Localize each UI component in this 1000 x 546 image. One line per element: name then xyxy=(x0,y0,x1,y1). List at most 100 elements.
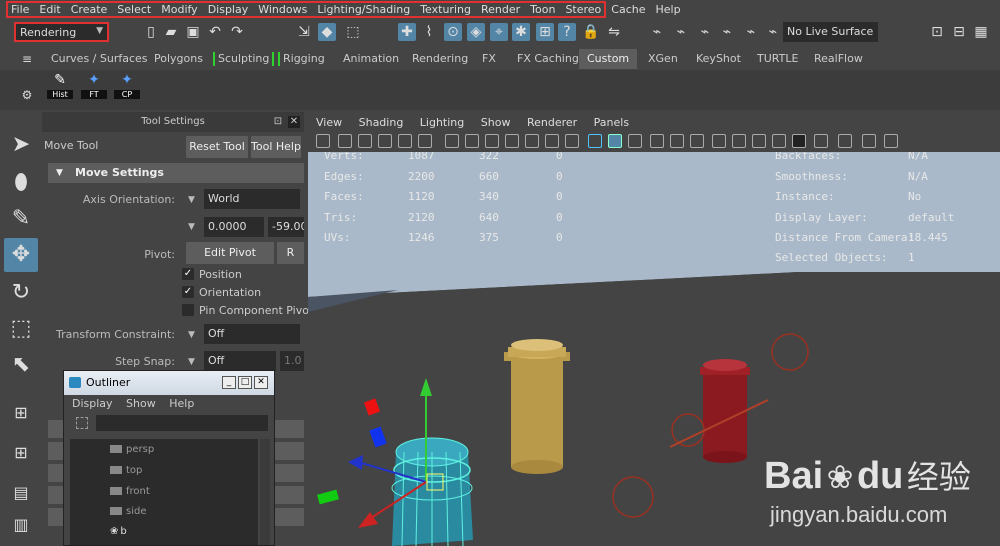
menu-windows[interactable]: Windows xyxy=(253,3,312,16)
menu-display[interactable]: Display xyxy=(203,3,254,16)
orientation-checkbox[interactable]: ✓ xyxy=(182,286,194,298)
layout-stack-icon[interactable]: ▥ xyxy=(4,508,38,542)
pin-pivot-checkbox[interactable] xyxy=(182,304,194,316)
xray-joints-icon[interactable] xyxy=(838,134,852,148)
menu-cache[interactable]: Cache xyxy=(606,3,650,16)
ipr-render-icon[interactable]: ▦ xyxy=(972,23,990,41)
move-settings-header[interactable]: ▼ Move Settings xyxy=(48,163,304,183)
shelf-button-cp[interactable]: ✦ CP xyxy=(114,72,140,104)
2d-pan-zoom-icon[interactable] xyxy=(398,134,412,148)
edit-pivot-button[interactable]: Edit Pivot xyxy=(186,242,274,264)
close-icon[interactable]: ✕ xyxy=(288,116,300,128)
tab-fx-caching[interactable]: FX Caching xyxy=(509,49,587,69)
viewport-canvas[interactable]: Verts: 1087 322 0 Edges: 2200 660 0 Face… xyxy=(308,152,1000,546)
exposure-icon[interactable] xyxy=(884,134,898,148)
shelf-menu-icon[interactable]: ≡ xyxy=(18,50,36,68)
pin-icon[interactable]: ⊡ xyxy=(272,116,284,128)
select-object-icon[interactable]: ◆ xyxy=(318,23,336,41)
safe-action-icon[interactable] xyxy=(545,134,559,148)
magnet-live-icon[interactable]: ⌁ xyxy=(764,23,782,41)
tab-realflow[interactable]: RealFlow xyxy=(806,49,871,69)
outliner-titlebar[interactable]: Outliner _ □ ✕ xyxy=(64,371,274,395)
help-query-icon[interactable]: ? xyxy=(558,23,576,41)
gate-mask-icon[interactable] xyxy=(505,134,519,148)
list-item[interactable]: top xyxy=(110,465,142,476)
viewport-menu-renderer[interactable]: Renderer xyxy=(527,116,577,129)
camera-select-icon[interactable] xyxy=(316,134,330,148)
menu-edit[interactable]: Edit xyxy=(34,3,65,16)
axis-orientation-dropdown[interactable]: World xyxy=(204,189,300,209)
layout-side-icon[interactable]: ▤ xyxy=(4,476,38,510)
construction-history-icon[interactable]: ⌁ xyxy=(672,23,690,41)
menu-set-dropdown[interactable]: Rendering ▼ xyxy=(14,22,109,42)
lasso-icon[interactable]: ⌁ xyxy=(696,23,714,41)
lock-icon[interactable]: 🔒 xyxy=(582,23,600,41)
step-snap-amount[interactable]: 1.0 xyxy=(280,351,304,371)
tab-fx[interactable]: FX xyxy=(474,49,504,69)
resolution-gate-icon[interactable] xyxy=(485,134,499,148)
yellow-cylinder[interactable] xyxy=(504,339,570,474)
anti-aliasing-icon[interactable] xyxy=(752,134,766,148)
camera-attr-icon[interactable] xyxy=(338,134,352,148)
tab-turtle[interactable]: TURTLE xyxy=(749,49,806,69)
list-item[interactable]: side xyxy=(110,506,147,517)
reset-tool-button[interactable]: Reset Tool xyxy=(186,136,248,158)
position-checkbox[interactable]: ✓ xyxy=(182,268,194,280)
outliner-scrollbar[interactable] xyxy=(260,439,270,545)
tab-polygons[interactable]: Polygons xyxy=(146,49,211,69)
grid-icon[interactable] xyxy=(445,134,459,148)
depth-of-field-icon[interactable] xyxy=(772,134,786,148)
viewport-menu-lighting[interactable]: Lighting xyxy=(420,116,464,129)
redo-icon[interactable]: ↷ xyxy=(228,23,246,41)
tool-help-button[interactable]: Tool Help xyxy=(251,136,301,158)
viewport-menu-show[interactable]: Show xyxy=(481,116,511,129)
menu-toon[interactable]: Toon xyxy=(525,3,560,16)
open-scene-icon[interactable]: ▰ xyxy=(162,23,180,41)
outliner-search-input[interactable] xyxy=(96,415,268,431)
live-surface-field[interactable]: No Live Surface xyxy=(783,22,878,42)
tab-custom[interactable]: Custom xyxy=(579,49,638,69)
minimize-icon[interactable]: _ xyxy=(222,376,236,389)
tab-keyshot[interactable]: KeyShot xyxy=(688,49,749,69)
undo-icon[interactable]: ↶ xyxy=(206,23,224,41)
list-item[interactable]: front xyxy=(110,486,150,497)
snap-view-plane-icon[interactable]: ◈ xyxy=(467,23,485,41)
filter-icon[interactable] xyxy=(76,417,88,429)
snap-mesh-icon[interactable]: ⊞ xyxy=(536,23,554,41)
transform-constraint-dropdown[interactable]: Off xyxy=(204,324,300,344)
snap-curve-icon[interactable]: ⌇ xyxy=(420,23,438,41)
field-chart-icon[interactable] xyxy=(525,134,539,148)
axis-x-field[interactable]: 0.0000 xyxy=(204,217,264,237)
save-scene-icon[interactable]: ▣ xyxy=(184,23,202,41)
shelf-button-ft[interactable]: ✦ FT xyxy=(81,72,107,104)
xray-icon[interactable] xyxy=(814,134,828,148)
render-view-icon[interactable]: ⊡ xyxy=(928,23,946,41)
move-tool-icon[interactable]: ✥ xyxy=(4,238,38,272)
menu-modify[interactable]: Modify xyxy=(156,3,202,16)
shelf-button-hist[interactable]: ✎ Hist xyxy=(47,72,73,104)
wireframe-icon[interactable] xyxy=(588,134,602,148)
menu-texturing[interactable]: Texturing xyxy=(415,3,476,16)
menu-lighting-shading[interactable]: Lighting/Shading xyxy=(312,3,415,16)
lights-icon[interactable] xyxy=(670,134,684,148)
select-hierarchy-icon[interactable]: ⇲ xyxy=(295,23,313,41)
ambient-occlusion-icon[interactable] xyxy=(712,134,726,148)
maximize-icon[interactable]: □ xyxy=(238,376,252,389)
viewport-menu-shading[interactable]: Shading xyxy=(359,116,404,129)
symmetry-icon[interactable]: ⇋ xyxy=(605,23,623,41)
menu-file[interactable]: File xyxy=(6,3,34,16)
close-icon[interactable]: ✕ xyxy=(254,376,268,389)
viewport-menu-view[interactable]: View xyxy=(316,116,342,129)
magnet-icon[interactable]: ⌁ xyxy=(718,23,736,41)
last-tool-icon[interactable]: ⬉ xyxy=(4,348,38,382)
list-item[interactable]: persp xyxy=(110,444,154,455)
snap-grid-icon[interactable]: ✚ xyxy=(398,23,416,41)
motion-blur-icon[interactable] xyxy=(732,134,746,148)
render-frame-icon[interactable]: ⊟ xyxy=(950,23,968,41)
isolate-select-icon[interactable] xyxy=(792,134,806,148)
tab-curves-surfaces[interactable]: Curves / Surfaces xyxy=(43,49,156,69)
select-tool-icon[interactable]: ➤ xyxy=(4,128,38,162)
menu-create[interactable]: Create xyxy=(66,3,113,16)
magnet-off-icon[interactable]: ⌁ xyxy=(742,23,760,41)
rotate-tool-icon[interactable]: ↻ xyxy=(4,276,38,310)
